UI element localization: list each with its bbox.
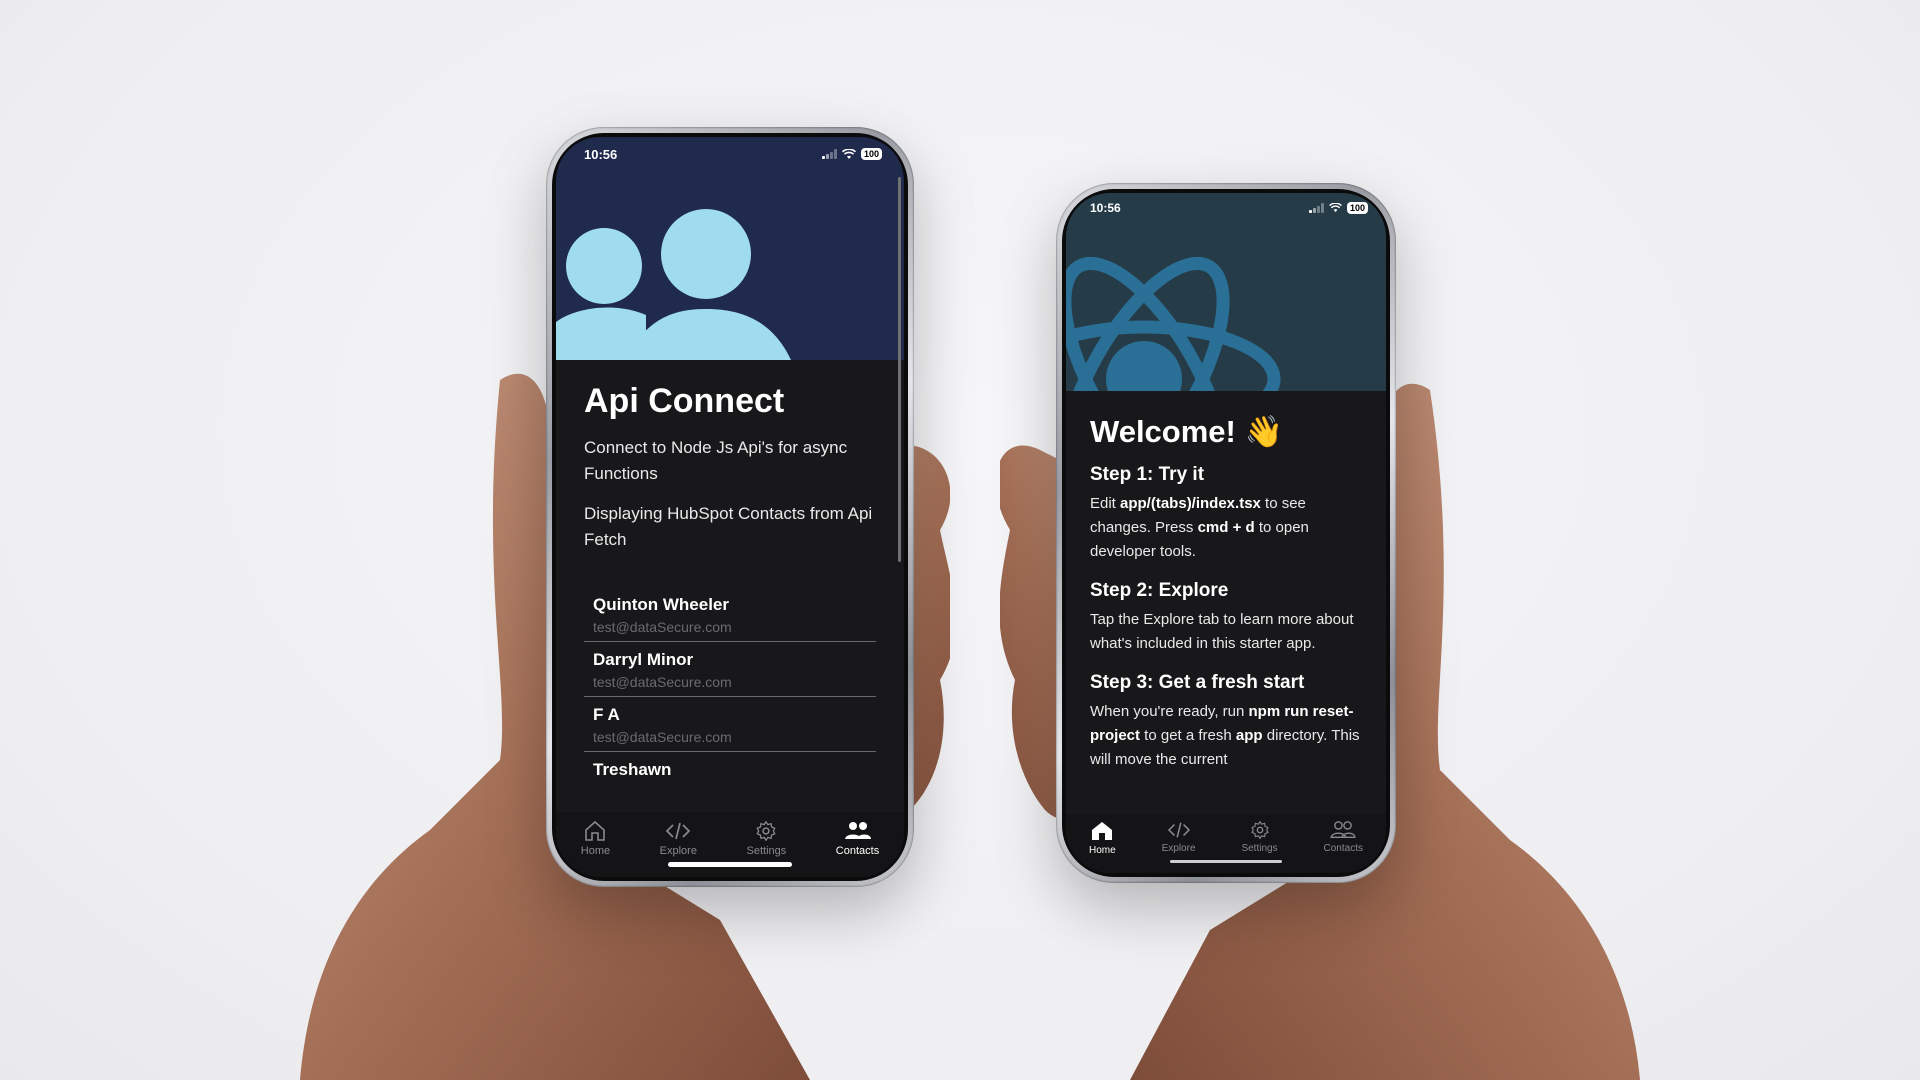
battery-indicator: 100: [860, 148, 882, 160]
people-icon: [1330, 821, 1356, 838]
tab-settings[interactable]: Settings: [1241, 820, 1278, 854]
step-text: Tap the Explore tab to learn more about …: [1090, 611, 1354, 652]
list-item[interactable]: Darryl Minor test@dataSecure.com: [584, 642, 876, 697]
contacts-list: Quinton Wheeler test@dataSecure.com Darr…: [584, 587, 876, 786]
right-phone-screen: 10:56 100 Welcome! 👋 Step 1: Try it Edit…: [1066, 193, 1386, 873]
contact-email: test@dataSecure.com: [593, 619, 732, 635]
contact-name: Quinton Wheeler: [593, 595, 729, 614]
code-icon: [666, 822, 691, 840]
page-title: Api Connect: [584, 382, 785, 420]
tab-bar: Home Explore Settings Contacts: [1066, 814, 1386, 873]
contact-name: Darryl Minor: [593, 650, 694, 669]
shortcut-text: cmd + d: [1197, 519, 1255, 536]
status-bar: 10:56 100: [556, 137, 904, 171]
tab-explore[interactable]: Explore: [1162, 820, 1196, 854]
wifi-icon: [1329, 203, 1342, 213]
list-item[interactable]: F A test@dataSecure.com: [584, 697, 876, 752]
step-1: Step 1: Try it Edit app/(tabs)/index.tsx…: [1090, 464, 1362, 564]
home-indicator[interactable]: [668, 862, 792, 867]
tab-bar: Home Explore Settings Contacts: [556, 812, 904, 877]
step-heading: Step 1: Try it: [1090, 464, 1205, 485]
tab-label: Settings: [746, 845, 787, 857]
tab-settings[interactable]: Settings: [746, 820, 787, 857]
code-icon: [1167, 822, 1190, 838]
signal-icon: [822, 149, 837, 159]
page-subtitle: Displaying HubSpot Contacts from Api Fet…: [584, 504, 873, 549]
tab-label: Explore: [659, 845, 697, 857]
tab-label: Home: [1088, 845, 1116, 856]
gear-icon: [756, 820, 776, 842]
home-icon: [1092, 822, 1113, 840]
step-heading: Step 2: Explore: [1090, 580, 1229, 601]
tab-label: Settings: [1241, 843, 1278, 854]
people-icon: [844, 822, 871, 839]
list-item[interactable]: Treshawn: [584, 752, 876, 786]
contact-email: test@dataSecure.com: [593, 674, 732, 690]
contact-name: F A: [593, 705, 620, 724]
right-phone: 10:56 100 Welcome! 👋 Step 1: Try it Edit…: [1056, 183, 1396, 883]
gear-icon: [1250, 820, 1269, 840]
signal-icon: [1309, 203, 1324, 213]
step-text: When you're ready, run npm run reset-pro…: [1090, 700, 1362, 772]
left-phone: 10:56 100 Api Connect Connect to Node Js…: [546, 127, 914, 887]
tab-label: Explore: [1161, 843, 1196, 854]
home-icon: [585, 820, 606, 841]
tab-label: Contacts: [835, 845, 880, 857]
status-time: 10:56: [1090, 201, 1121, 215]
home-indicator[interactable]: [1170, 860, 1282, 863]
tab-contacts[interactable]: Contacts: [1324, 820, 1363, 854]
tab-home[interactable]: Home: [581, 820, 610, 857]
tab-label: Home: [580, 845, 611, 857]
wifi-icon: [841, 148, 856, 159]
step-text-part: When you're ready, run: [1090, 703, 1249, 720]
step-3: Step 3: Get a fresh start When you're re…: [1090, 672, 1362, 772]
step-text-part: Edit: [1090, 495, 1121, 512]
contact-name: Treshawn: [593, 760, 672, 779]
directory-text: app: [1235, 727, 1263, 744]
tab-contacts[interactable]: Contacts: [836, 820, 879, 857]
tab-explore[interactable]: Explore: [660, 820, 697, 857]
contact-email: test@dataSecure.com: [593, 729, 732, 745]
step-heading: Step 3: Get a fresh start: [1090, 672, 1305, 693]
battery-indicator: 100: [1346, 202, 1368, 214]
tab-home[interactable]: Home: [1089, 820, 1116, 856]
list-item[interactable]: Quinton Wheeler test@dataSecure.com: [584, 587, 876, 642]
page-description: Connect to Node Js Api's for async Funct…: [584, 438, 848, 483]
left-phone-screen: 10:56 100 Api Connect Connect to Node Js…: [556, 137, 904, 877]
tab-label: Contacts: [1323, 843, 1363, 854]
code-path: app/(tabs)/index.tsx: [1120, 495, 1261, 512]
page-title: Welcome! 👋: [1090, 414, 1284, 449]
status-bar: 10:56 100: [1066, 193, 1386, 223]
step-text: Edit app/(tabs)/index.tsx to see changes…: [1090, 492, 1362, 564]
step-text-part: to get a fresh: [1140, 727, 1236, 744]
status-time: 10:56: [584, 146, 618, 162]
step-2: Step 2: Explore Tap the Explore tab to l…: [1090, 580, 1362, 656]
